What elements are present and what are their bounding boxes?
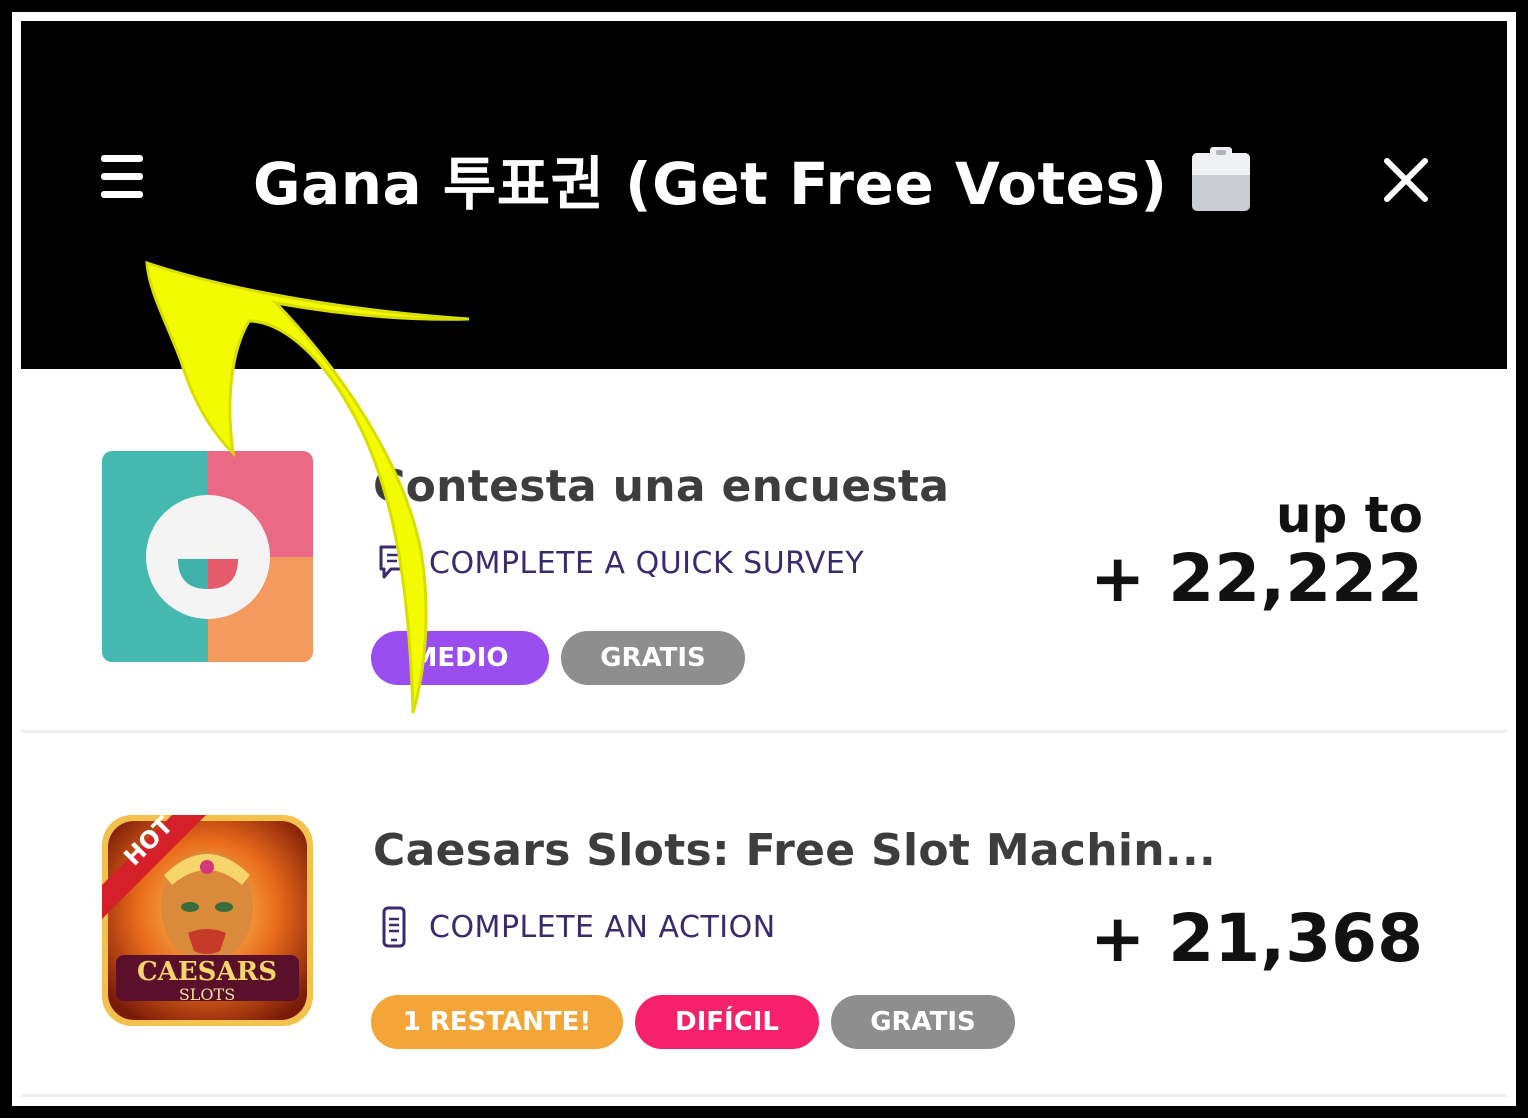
tag-difficulty: MEDIO (371, 631, 549, 685)
caesars-logo-text: CAESARS (137, 957, 277, 987)
reward-prefix: up to (1275, 486, 1423, 544)
offer-tags: MEDIO GRATIS (371, 631, 745, 685)
hamburger-menu-icon[interactable] (99, 155, 147, 199)
slots-logo-text: SLOTS (179, 985, 235, 1004)
offer-subtitle: COMPLETE AN ACTION (377, 905, 776, 949)
close-icon[interactable] (1381, 155, 1431, 205)
chat-bubble-icon (379, 545, 409, 579)
tag-remaining: 1 RESTANTE! (371, 995, 623, 1049)
offer-subtitle-label: COMPLETE AN ACTION (429, 909, 776, 945)
offer-title: Contesta una encuesta (373, 461, 950, 512)
reward-amount: + 21,368 (1090, 900, 1423, 977)
offer-reward: up to + 22,222 (1090, 487, 1423, 615)
tag-free: GRATIS (831, 995, 1015, 1049)
offer-reward: + 21,368 (1090, 903, 1423, 975)
offer-title: Caesars Slots: Free Slot Machin... (373, 825, 1216, 876)
offer-subtitle-label: COMPLETE A QUICK SURVEY (429, 545, 865, 581)
page-title-container: Gana 투표권 (Get Free Votes) (253, 139, 1252, 219)
clipboard-icon (1191, 147, 1250, 211)
page-title: Gana 투표권 (Get Free Votes) (253, 150, 1168, 218)
phone-icon (382, 906, 406, 948)
reward-amount: + 22,222 (1090, 540, 1423, 617)
app-screen: Gana 투표권 (Get Free Votes) Contesta una e… (21, 21, 1507, 1097)
caesars-slots-app-icon: CAESARS SLOTS HOT (102, 815, 313, 1026)
survey-app-icon (102, 451, 313, 662)
tag-difficulty: DIFÍCIL (635, 995, 819, 1049)
top-bar: Gana 투표권 (Get Free Votes) (21, 21, 1507, 369)
offer-subtitle: COMPLETE A QUICK SURVEY (377, 541, 864, 585)
offer-row-survey[interactable]: Contesta una encuesta COMPLETE A QUICK S… (21, 369, 1507, 733)
offer-tags: 1 RESTANTE! DIFÍCIL GRATIS (371, 995, 1015, 1049)
row-divider (21, 1094, 1507, 1097)
offer-row-caesars[interactable]: CAESARS SLOTS HOT Caesars Slots: Free Sl… (21, 733, 1507, 1097)
tag-free: GRATIS (561, 631, 745, 685)
